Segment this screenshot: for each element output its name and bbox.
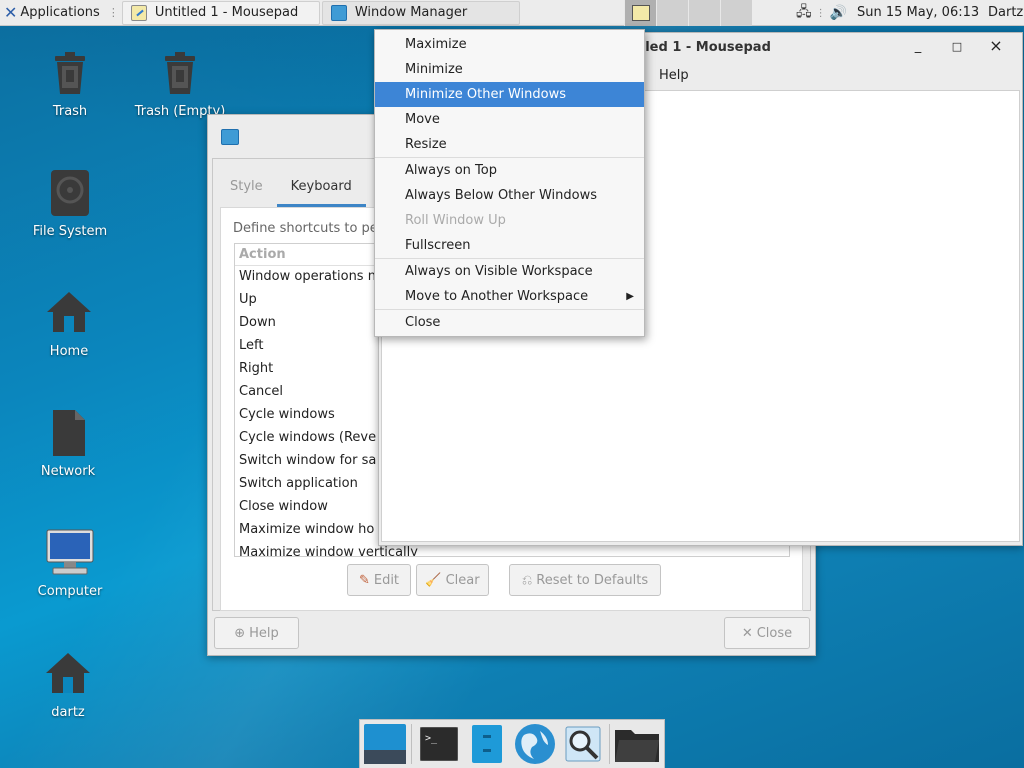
taskbar-button-window-manager[interactable]: Window Manager xyxy=(321,0,520,25)
menu-item-always-on-top[interactable]: Always on Top xyxy=(375,158,644,183)
reset-button-label: Reset to Defaults xyxy=(536,572,649,588)
dock-separator xyxy=(411,724,412,764)
file-manager-icon[interactable] xyxy=(465,722,508,766)
help-button[interactable]: ⊕ Help xyxy=(214,617,299,649)
workspace-4[interactable] xyxy=(720,0,752,26)
volume-icon[interactable]: 🔊 xyxy=(830,5,847,21)
dock-panel: >_ xyxy=(359,719,665,768)
desktop-icon-dartz[interactable]: dartz xyxy=(13,649,123,720)
web-browser-icon[interactable] xyxy=(513,722,556,766)
desktop-icon-network[interactable]: Network xyxy=(13,408,123,479)
workspace-3[interactable] xyxy=(688,0,720,26)
computer-icon xyxy=(45,528,95,578)
taskbar-label: Untitled 1 - Mousepad xyxy=(154,5,299,20)
close-button-label: Close xyxy=(756,625,793,641)
desktop-icon-label: Home xyxy=(49,344,89,359)
broom-icon: 🧹 xyxy=(425,572,442,588)
minimize-window-icon[interactable]: _ xyxy=(909,39,927,54)
applications-label: Applications xyxy=(20,5,100,20)
tray-separator: ⋮ xyxy=(815,7,826,19)
desktop-icon-trash[interactable]: Trash xyxy=(15,48,125,119)
menu-item-move-to-another-workspace[interactable]: Move to Another Workspace ▶ xyxy=(375,284,644,309)
help-button-label: Help xyxy=(249,625,279,641)
folder-icon[interactable] xyxy=(615,722,660,766)
user-menu[interactable]: Dartz xyxy=(988,5,1023,20)
workspace-1[interactable] xyxy=(624,0,656,26)
close-window-icon[interactable]: × xyxy=(987,36,1005,55)
xfce-logo-icon: ✕ xyxy=(4,3,18,22)
submenu-arrow-icon: ▶ xyxy=(626,291,634,302)
drive-icon xyxy=(45,168,95,218)
menu-item-minimize-other-windows[interactable]: Minimize Other Windows xyxy=(375,82,644,107)
menu-item-minimize[interactable]: Minimize xyxy=(375,57,644,82)
desktop-icon-file-system[interactable]: File System xyxy=(15,168,125,239)
dock-separator xyxy=(609,724,611,764)
menu-help[interactable]: Help xyxy=(659,68,689,83)
menu-item-roll-window-up: Roll Window Up xyxy=(405,213,506,228)
desktop-icon-home[interactable]: Home xyxy=(14,288,124,359)
panel-separator: ⋮ xyxy=(107,6,119,19)
edit-icon: ✎ xyxy=(358,572,370,588)
window-manager-icon xyxy=(221,129,239,145)
desktop-icon-trash-empty[interactable]: Trash (Empty) xyxy=(125,48,235,119)
tab-keyboard[interactable]: Keyboard xyxy=(276,169,366,207)
edit-button[interactable]: ✎ Edit xyxy=(347,564,411,596)
menu-item-close[interactable]: Close xyxy=(375,310,644,335)
maximize-window-icon[interactable]: □ xyxy=(948,40,966,53)
home-icon xyxy=(44,288,94,338)
home-folder-icon xyxy=(43,649,93,699)
desktop-icon-label: Trash xyxy=(52,104,88,119)
tab-style[interactable]: Style xyxy=(216,169,277,207)
app-finder-icon[interactable] xyxy=(561,722,604,766)
help-icon: ⊕ xyxy=(234,625,246,641)
menu-item-maximize[interactable]: Maximize xyxy=(375,32,644,57)
network-status-icon[interactable]: 🖧 xyxy=(796,1,812,25)
taskbar-button-mousepad[interactable]: Untitled 1 - Mousepad xyxy=(121,0,320,25)
system-tray: 🖧 ⋮ 🔊 xyxy=(796,0,847,26)
workspace-window-thumbnail xyxy=(632,5,650,21)
trash-empty-icon xyxy=(155,48,205,98)
menu-item-always-on-visible-workspace[interactable]: Always on Visible Workspace xyxy=(375,259,644,284)
desktop-icon-label: Network xyxy=(40,464,96,479)
close-icon: ✕ xyxy=(741,625,753,641)
workspace-switcher xyxy=(624,0,752,26)
taskbar-label: Window Manager xyxy=(354,5,468,20)
revert-icon: ⎌ xyxy=(521,572,533,588)
menu-item-label: Move to Another Workspace xyxy=(405,289,589,304)
clear-button[interactable]: 🧹 Clear xyxy=(416,564,489,596)
show-desktop-icon[interactable] xyxy=(363,722,406,766)
clock[interactable]: Sun 15 May, 06:13 xyxy=(857,5,979,20)
trash-icon xyxy=(45,48,95,98)
desktop-icon-label: Computer xyxy=(37,584,103,599)
window-context-menu: Maximize Minimize Minimize Other Windows… xyxy=(374,29,645,337)
window-manager-icon xyxy=(330,4,347,21)
mousepad-icon xyxy=(130,4,147,21)
terminal-icon[interactable]: >_ xyxy=(417,722,460,766)
desktop-icon-label: File System xyxy=(32,224,108,239)
menu-item-move[interactable]: Move xyxy=(375,107,644,132)
menu-item-fullscreen[interactable]: Fullscreen xyxy=(375,233,644,258)
settings-tabs: Style Keyboard xyxy=(216,169,366,207)
shortcuts-description: Define shortcuts to pe xyxy=(233,221,378,236)
edit-button-label: Edit xyxy=(373,572,400,588)
reset-to-defaults-button[interactable]: ⎌ Reset to Defaults xyxy=(509,564,661,596)
network-icon xyxy=(43,408,93,458)
clear-button-label: Clear xyxy=(445,572,480,588)
menu-item-always-below[interactable]: Always Below Other Windows xyxy=(375,183,644,208)
close-button[interactable]: ✕ Close xyxy=(724,617,810,649)
workspace-2[interactable] xyxy=(656,0,688,26)
desktop-icon-computer[interactable]: Computer xyxy=(15,528,125,599)
svg-text:>_: >_ xyxy=(425,733,438,744)
desktop-icon-label: dartz xyxy=(51,705,85,720)
menu-item-resize[interactable]: Resize xyxy=(375,132,644,157)
top-panel: ✕ Applications ⋮ Untitled 1 - Mousepad W… xyxy=(0,0,1024,26)
applications-menu-button[interactable]: ✕ Applications xyxy=(0,0,104,26)
